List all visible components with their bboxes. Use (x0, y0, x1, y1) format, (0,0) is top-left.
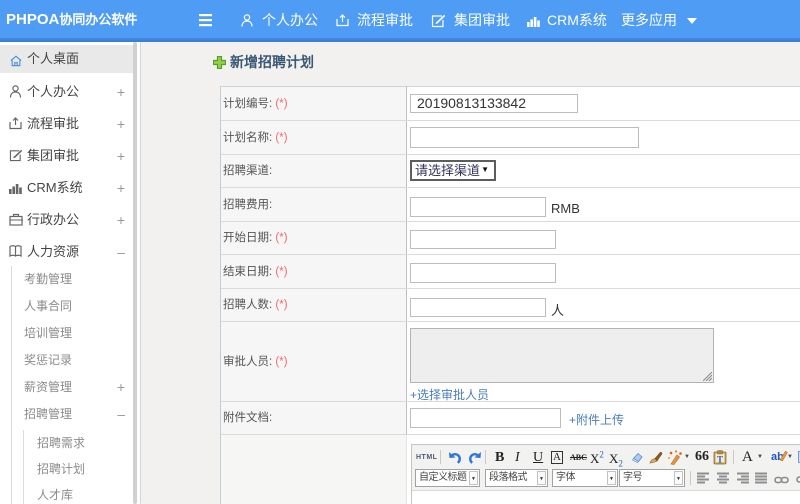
svg-text:T: T (717, 455, 723, 465)
